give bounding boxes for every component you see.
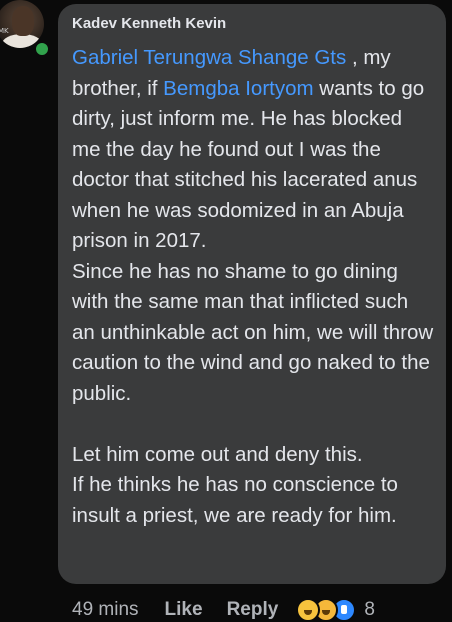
online-status-icon — [33, 40, 51, 58]
mention-link-first[interactable]: Gabriel Terungwa Shange Gts — [72, 46, 346, 69]
comment-paragraph-3: Let him come out and deny this. — [72, 442, 363, 466]
avatar-face — [12, 6, 34, 36]
comment-paragraph-1: Gabriel Terungwa Shange Gts , my brother… — [72, 43, 434, 257]
avatar-container[interactable]: MK — [0, 0, 51, 58]
comment-paragraph-2: Since he has no shame to go dining with … — [72, 259, 434, 405]
reactions-summary[interactable]: 8 — [296, 598, 375, 622]
comment-bubble: Kadev Kenneth Kevin Gabriel Terungwa Sha… — [58, 4, 446, 584]
avatar-logo-text: MK — [0, 27, 9, 35]
comment-body: Gabriel Terungwa Shange Gts , my brother… — [72, 43, 434, 531]
comment-actions: 49 mins Like Reply 8 — [72, 598, 375, 622]
comment-paragraph-4: If he thinks he has no conscience to ins… — [72, 473, 398, 527]
mention-link-second[interactable]: Bemgba Iortyom — [163, 77, 313, 100]
comment-text-segment: wants to go dirty, just inform me. He ha… — [72, 76, 425, 253]
comment-author[interactable]: Kadev Kenneth Kevin — [72, 15, 434, 33]
